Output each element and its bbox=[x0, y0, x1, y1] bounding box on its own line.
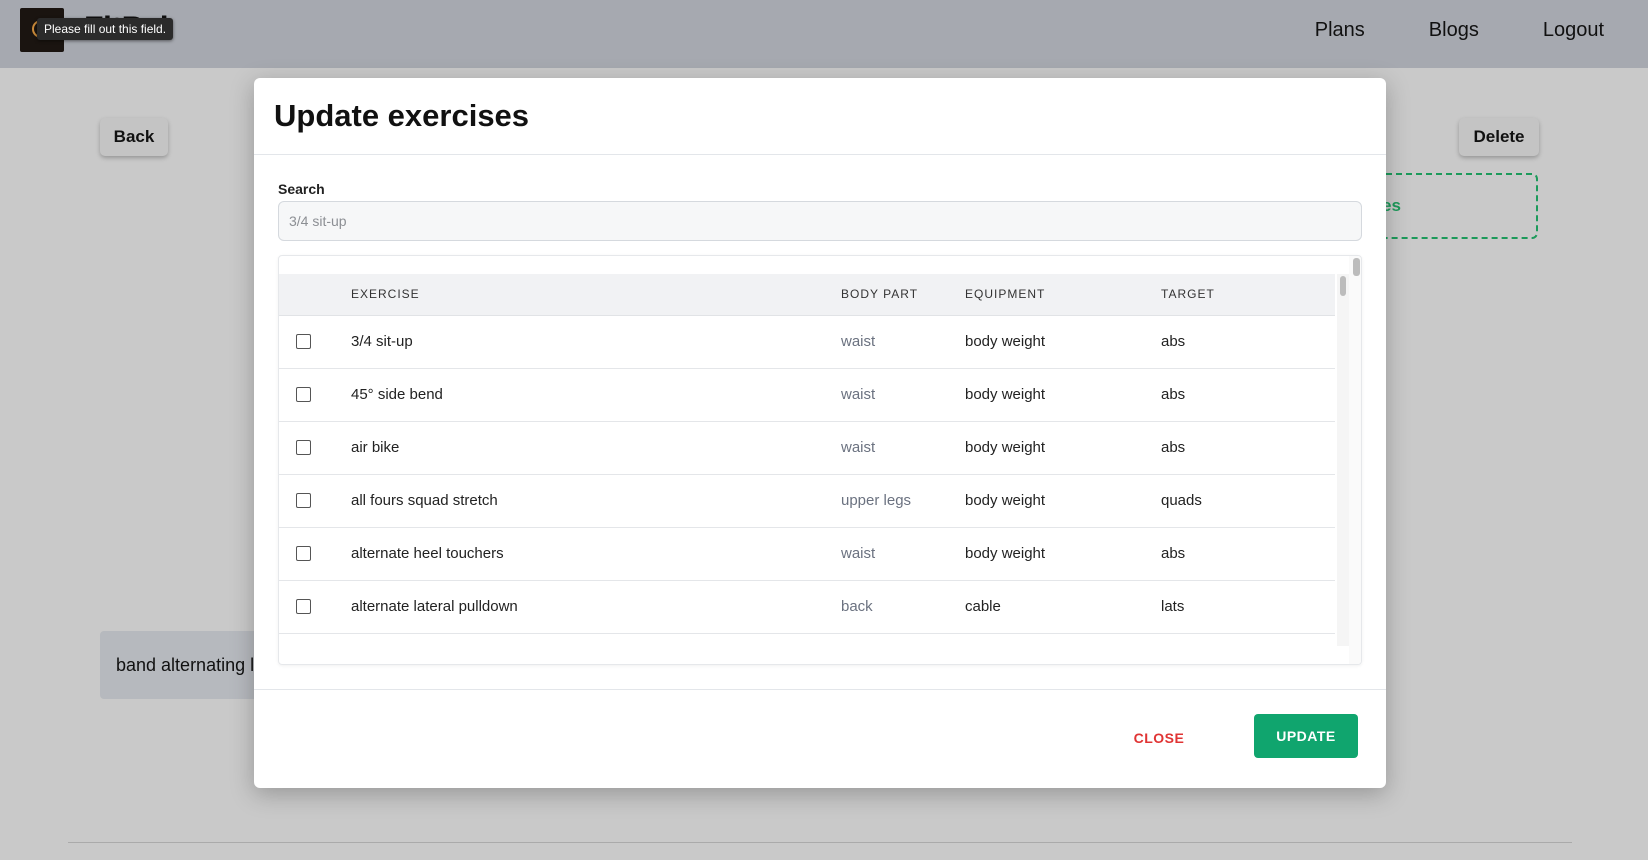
body-part-cell: waist bbox=[841, 315, 965, 369]
target-cell: abs bbox=[1161, 421, 1335, 475]
back-button[interactable]: Back bbox=[100, 118, 168, 156]
modal-header: Update exercises bbox=[254, 78, 1386, 155]
target-cell: abs bbox=[1161, 368, 1335, 422]
body-part-cell: waist bbox=[841, 421, 965, 475]
exercise-card[interactable]: band alternating l bbox=[100, 631, 260, 699]
exercise-cell: alternate lateral pulldown bbox=[351, 580, 841, 634]
body-part-cell: waist bbox=[841, 368, 965, 422]
modal-body: Search EXERCISE BODY PART EQUIPMENT TARG… bbox=[254, 155, 1386, 691]
row-checkbox[interactable] bbox=[296, 334, 311, 349]
update-exercises-modal: Update exercises Search EXERCISE BODY PA… bbox=[254, 78, 1386, 788]
search-label: Search bbox=[278, 181, 325, 197]
header-select bbox=[279, 274, 351, 316]
exercise-cell: alternate heel touchers bbox=[351, 527, 841, 581]
equipment-cell: body weight bbox=[965, 474, 1161, 528]
equipment-cell: cable bbox=[965, 580, 1161, 634]
exercise-table: EXERCISE BODY PART EQUIPMENT TARGET 3/4 … bbox=[279, 274, 1335, 646]
equipment-cell: body weight bbox=[965, 315, 1161, 369]
select-checkbox-cell bbox=[279, 580, 351, 634]
update-button[interactable]: UPDATE bbox=[1254, 714, 1358, 758]
nav-link-logout[interactable]: Logout bbox=[1543, 19, 1604, 42]
select-checkbox-cell bbox=[279, 474, 351, 528]
row-checkbox[interactable] bbox=[296, 387, 311, 402]
target-cell: abs bbox=[1161, 527, 1335, 581]
add-exercises-dropzone[interactable]: es bbox=[1370, 173, 1538, 239]
target-cell: quads bbox=[1161, 474, 1335, 528]
table-row[interactable]: alternate heel touchers waist body weight a… bbox=[279, 527, 1335, 581]
header-equipment: EQUIPMENT bbox=[965, 274, 1161, 316]
body-part-cell: lower legs bbox=[841, 633, 965, 646]
row-checkbox[interactable] bbox=[296, 599, 311, 614]
equipment-cell: body weight bbox=[965, 368, 1161, 422]
modal-title: Update exercises bbox=[274, 98, 530, 133]
table-row[interactable]: 3/4 sit-up waist body weight abs bbox=[279, 315, 1335, 369]
header-target: TARGET bbox=[1161, 274, 1335, 316]
exercise-table-scroll[interactable]: EXERCISE BODY PART EQUIPMENT TARGET 3/4 … bbox=[279, 274, 1335, 646]
container-scrollbar-track bbox=[1349, 256, 1361, 664]
table-scrollbar-track bbox=[1337, 274, 1349, 646]
exercise-cell: 3/4 sit-up bbox=[351, 315, 841, 369]
equipment-cell: body weight bbox=[965, 633, 1161, 646]
select-checkbox-cell bbox=[279, 527, 351, 581]
nav-link-blogs[interactable]: Blogs bbox=[1429, 19, 1479, 42]
row-checkbox[interactable] bbox=[296, 493, 311, 508]
exercise-cell: 45° side bend bbox=[351, 368, 841, 422]
modal-footer: CLOSE UPDATE bbox=[254, 689, 1386, 788]
exercise-table-container: EXERCISE BODY PART EQUIPMENT TARGET 3/4 … bbox=[278, 255, 1362, 665]
exercise-cell: ankle circles bbox=[351, 633, 841, 646]
table-row[interactable]: air bike waist body weight abs bbox=[279, 421, 1335, 475]
navbar: FitPal Please fill out this field. Plans… bbox=[0, 0, 1648, 68]
select-checkbox-cell bbox=[279, 315, 351, 369]
exercise-cell: all fours squad stretch bbox=[351, 474, 841, 528]
nav-link-plans[interactable]: Plans bbox=[1315, 19, 1365, 42]
search-input[interactable] bbox=[278, 201, 1362, 241]
close-button[interactable]: CLOSE bbox=[1124, 716, 1194, 760]
delete-button[interactable]: Delete bbox=[1459, 118, 1539, 156]
select-checkbox-cell bbox=[279, 421, 351, 475]
select-checkbox-cell bbox=[279, 633, 351, 646]
select-checkbox-cell bbox=[279, 368, 351, 422]
footer-divider bbox=[68, 842, 1572, 843]
table-row[interactable]: 45° side bend waist body weight abs bbox=[279, 368, 1335, 422]
table-row[interactable]: all fours squad stretch upper legs body we… bbox=[279, 474, 1335, 528]
validation-tooltip: Please fill out this field. bbox=[37, 18, 174, 40]
body-part-cell: back bbox=[841, 580, 965, 634]
header-body-part: BODY PART bbox=[841, 274, 965, 316]
row-checkbox[interactable] bbox=[296, 546, 311, 561]
nav-links: Plans Blogs Logout bbox=[1315, 0, 1648, 60]
target-cell: calves bbox=[1161, 633, 1335, 646]
table-scrollbar-thumb[interactable] bbox=[1340, 276, 1346, 296]
equipment-cell: body weight bbox=[965, 421, 1161, 475]
table-row[interactable]: alternate lateral pulldown back cable lats bbox=[279, 580, 1335, 634]
exercise-cell: air bike bbox=[351, 421, 841, 475]
header-exercise: EXERCISE bbox=[351, 274, 841, 316]
container-scrollbar-thumb[interactable] bbox=[1353, 258, 1360, 276]
body-part-cell: waist bbox=[841, 527, 965, 581]
row-checkbox[interactable] bbox=[296, 440, 311, 455]
table-row[interactable]: ankle circleslower legsbody weightcalves bbox=[279, 633, 1335, 646]
target-cell: abs bbox=[1161, 315, 1335, 369]
table-header-row: EXERCISE BODY PART EQUIPMENT TARGET bbox=[279, 274, 1335, 316]
body-part-cell: upper legs bbox=[841, 474, 965, 528]
target-cell: lats bbox=[1161, 580, 1335, 634]
equipment-cell: body weight bbox=[965, 527, 1161, 581]
